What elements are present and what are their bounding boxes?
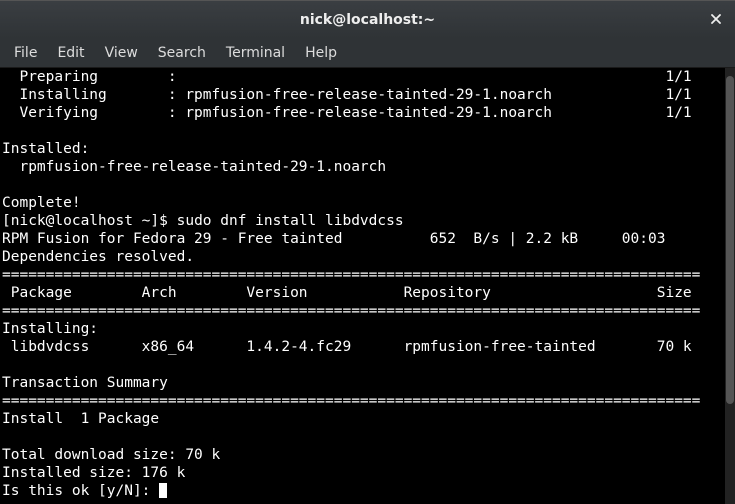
terminal-area[interactable]: Preparing : 1/1 Installing : rpmfusion-f…	[0, 68, 735, 504]
output-line: Transaction Summary	[2, 375, 168, 391]
menu-view[interactable]: View	[95, 41, 148, 65]
menu-help[interactable]: Help	[295, 41, 347, 65]
output-line: ========================================…	[2, 267, 700, 283]
close-button[interactable]	[705, 9, 727, 31]
output-line: Preparing : 1/1	[2, 69, 692, 85]
output-line: Installing:	[2, 321, 98, 337]
output-line: Total download size: 70 k	[2, 447, 220, 463]
shell-prompt: [nick@localhost ~]$	[2, 213, 177, 229]
shell-command: sudo dnf install libdvdcss	[177, 213, 404, 229]
close-icon	[711, 12, 721, 28]
output-line: ========================================…	[2, 393, 700, 409]
menu-file[interactable]: File	[4, 41, 47, 65]
menu-terminal[interactable]: Terminal	[216, 41, 295, 65]
output-line: Package Arch Version Repository Size	[2, 285, 692, 301]
output-line: RPM Fusion for Fedora 29 - Free tainted …	[2, 231, 665, 247]
output-line: Installed:	[2, 141, 89, 157]
output-line: Complete!	[2, 195, 81, 211]
output-line: Install 1 Package	[2, 411, 159, 427]
window-titlebar: nick@localhost:~	[0, 0, 735, 38]
terminal-scrollbar[interactable]	[725, 68, 735, 504]
output-line: Dependencies resolved.	[2, 249, 194, 265]
output-line: rpmfusion-free-release-tainted-29-1.noar…	[2, 159, 386, 175]
menu-search[interactable]: Search	[148, 41, 216, 65]
menubar: File Edit View Search Terminal Help	[0, 38, 735, 68]
output-line: Verifying : rpmfusion-free-release-taint…	[2, 105, 692, 121]
terminal-cursor	[159, 483, 167, 498]
scrollbar-thumb[interactable]	[726, 76, 734, 404]
prompt-question: Is this ok [y/N]:	[2, 483, 159, 499]
output-line: Installing : rpmfusion-free-release-tain…	[2, 87, 692, 103]
output-line: Installed size: 176 k	[2, 465, 185, 481]
window-title: nick@localhost:~	[300, 12, 435, 28]
output-line: libdvdcss x86_64 1.4.2-4.fc29 rpmfusion-…	[2, 339, 692, 355]
menu-edit[interactable]: Edit	[47, 41, 94, 65]
output-line: ========================================…	[2, 303, 700, 319]
terminal-content[interactable]: Preparing : 1/1 Installing : rpmfusion-f…	[0, 68, 725, 504]
